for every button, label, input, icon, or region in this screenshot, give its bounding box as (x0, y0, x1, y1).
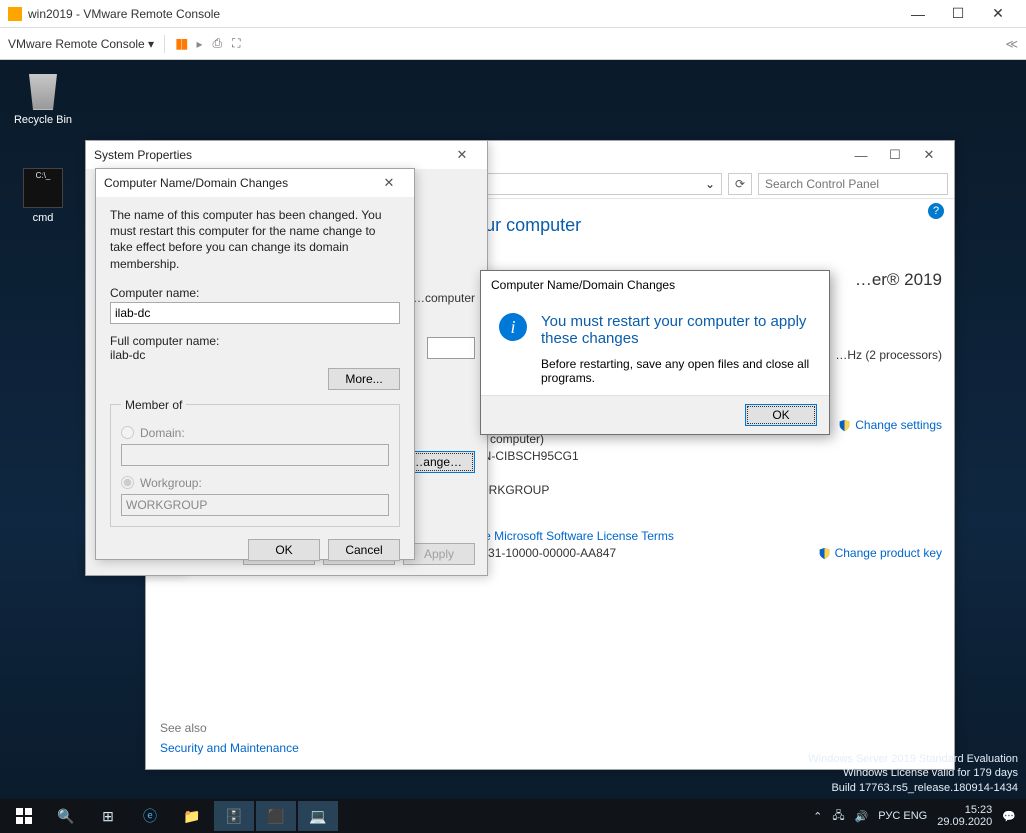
sysprops-titlebar[interactable]: System Properties ✕ (86, 141, 487, 169)
name-change-title: Computer Name/Domain Changes (104, 176, 288, 190)
ie-icon[interactable]: ⓔ (130, 801, 170, 831)
task-view-icon[interactable]: ⊞ (88, 801, 128, 831)
vmware-icon (8, 7, 22, 21)
domain-label: Domain: (140, 426, 185, 440)
minimize-button[interactable]: — (844, 143, 878, 167)
start-button[interactable] (4, 801, 44, 831)
proc-text: …Hz (2 processors) (835, 348, 942, 362)
close-button[interactable]: ✕ (978, 0, 1018, 28)
pause-icon[interactable]: ▮▮ (175, 35, 186, 52)
member-of-group: Member of Domain: Workgroup: (110, 398, 400, 527)
recycle-bin-label: Recycle Bin (6, 114, 80, 126)
sysprops-textfield[interactable] (427, 337, 475, 359)
tray-up-icon[interactable]: ⌃ (813, 810, 822, 823)
close-button[interactable]: ✕ (912, 143, 946, 167)
see-also-label: See also (160, 721, 299, 735)
cancel-button[interactable]: Cancel (328, 539, 400, 561)
close-icon[interactable]: ✕ (445, 143, 479, 167)
restart-msgbox: Computer Name/Domain Changes i You must … (480, 270, 830, 435)
send-cad-icon[interactable]: ⎙ (213, 36, 223, 51)
product-id-value: 00431-10000-00000-AA847 (468, 546, 772, 563)
tray-network-icon[interactable]: 🖧 (832, 807, 844, 826)
server-manager-icon[interactable]: 🗄️ (214, 801, 254, 831)
sysprops-title: System Properties (94, 148, 192, 162)
workgroup-label: Workgroup: (140, 476, 202, 490)
maximize-button[interactable]: ☐ (878, 143, 912, 167)
domain-input[interactable] (121, 444, 389, 466)
vmware-titlebar: win2019 - VMware Remote Console — ☐ ✕ (0, 0, 1026, 28)
desktop-build-info: Windows Server 2019 Standard Evaluation … (808, 752, 1018, 795)
system-tray[interactable]: ⌃ 🖧 🔊 РУС ENG 15:23 29.09.2020 💬 (813, 804, 1022, 828)
help-icon[interactable]: ? (928, 203, 944, 219)
computer-name-input[interactable] (110, 302, 400, 324)
msgbox-heading: You must restart your computer to apply … (541, 313, 811, 347)
info-icon: i (499, 313, 527, 341)
full-name-value: ilab-dc (110, 348, 400, 362)
minimize-button[interactable]: — (898, 0, 938, 28)
dock-icon[interactable]: ≪ (1005, 37, 1018, 51)
sysprops-label: …computer (413, 291, 475, 305)
shield-icon (818, 547, 831, 560)
full-name-value: WIN-CIBSCH95CG1 (468, 449, 942, 463)
close-icon[interactable]: ✕ (372, 171, 406, 195)
lang-indicator[interactable]: РУС ENG (878, 810, 927, 822)
full-name-label: Full computer name: (110, 334, 400, 348)
change-settings-link[interactable]: Change settings (838, 418, 942, 432)
msgbox-body: Before restarting, save any open files a… (541, 357, 811, 385)
security-maintenance-link[interactable]: Security and Maintenance (160, 741, 299, 755)
more-button[interactable]: More... (328, 368, 400, 390)
notifications-icon[interactable]: 💬 (1002, 810, 1016, 823)
intro-text: The name of this computer has been chang… (110, 207, 400, 272)
vmware-toolbar: VMware Remote Console ▾ ▮▮ ▸ ⎙ ⛶ ≪ (0, 28, 1026, 60)
name-change-titlebar[interactable]: Computer Name/Domain Changes ✕ (96, 169, 414, 197)
msgbox-title: Computer Name/Domain Changes (491, 278, 675, 292)
name-change-dialog: Computer Name/Domain Changes ✕ The name … (95, 168, 415, 560)
domain-radio[interactable] (121, 426, 134, 439)
vmware-title: win2019 - VMware Remote Console (28, 7, 220, 21)
control-panel-taskbar-icon[interactable]: 💻 (298, 801, 338, 831)
recycle-bin-icon[interactable]: Recycle Bin (6, 70, 80, 126)
computer-name-label: Computer name: (110, 286, 400, 300)
cmd-taskbar-icon[interactable]: ⬛ (256, 801, 296, 831)
workgroup-radio[interactable] (121, 476, 134, 489)
guest-desktop: Recycle Bin cmd — ☐ ✕ ← → ↑ ▸…ecurity ▸S… (0, 60, 1026, 833)
vmware-menu[interactable]: VMware Remote Console ▾ (8, 37, 154, 51)
workgroup-value: WORKGROUP (468, 483, 942, 497)
taskbar[interactable]: 🔍 ⊞ ⓔ 📁 🗄️ ⬛ 💻 ⌃ 🖧 🔊 РУС ENG 15:23 29.09… (0, 799, 1026, 833)
change-product-key-link[interactable]: Change product key (818, 546, 942, 560)
explorer-icon[interactable]: 📁 (172, 801, 212, 831)
member-of-legend: Member of (121, 398, 186, 412)
taskbar-clock[interactable]: 15:23 29.09.2020 (937, 804, 992, 828)
play-icon[interactable]: ▸ (197, 37, 203, 51)
search-input[interactable] (758, 173, 948, 195)
ok-button[interactable]: OK (248, 539, 320, 561)
refresh-button[interactable]: ⟳ (728, 173, 752, 195)
cmd-shortcut[interactable]: cmd (6, 168, 80, 224)
workgroup-input[interactable] (121, 494, 389, 516)
shield-icon (838, 419, 851, 432)
ok-button[interactable]: OK (745, 404, 817, 426)
search-icon[interactable]: 🔍 (46, 801, 86, 831)
msgbox-titlebar[interactable]: Computer Name/Domain Changes (481, 271, 829, 299)
maximize-button[interactable]: ☐ (938, 0, 978, 28)
edition-text: …er® 2019 (855, 270, 942, 290)
tray-volume-icon[interactable]: 🔊 (855, 810, 869, 823)
cmd-label: cmd (6, 212, 80, 224)
fullscreen-icon[interactable]: ⛶ (232, 36, 240, 51)
